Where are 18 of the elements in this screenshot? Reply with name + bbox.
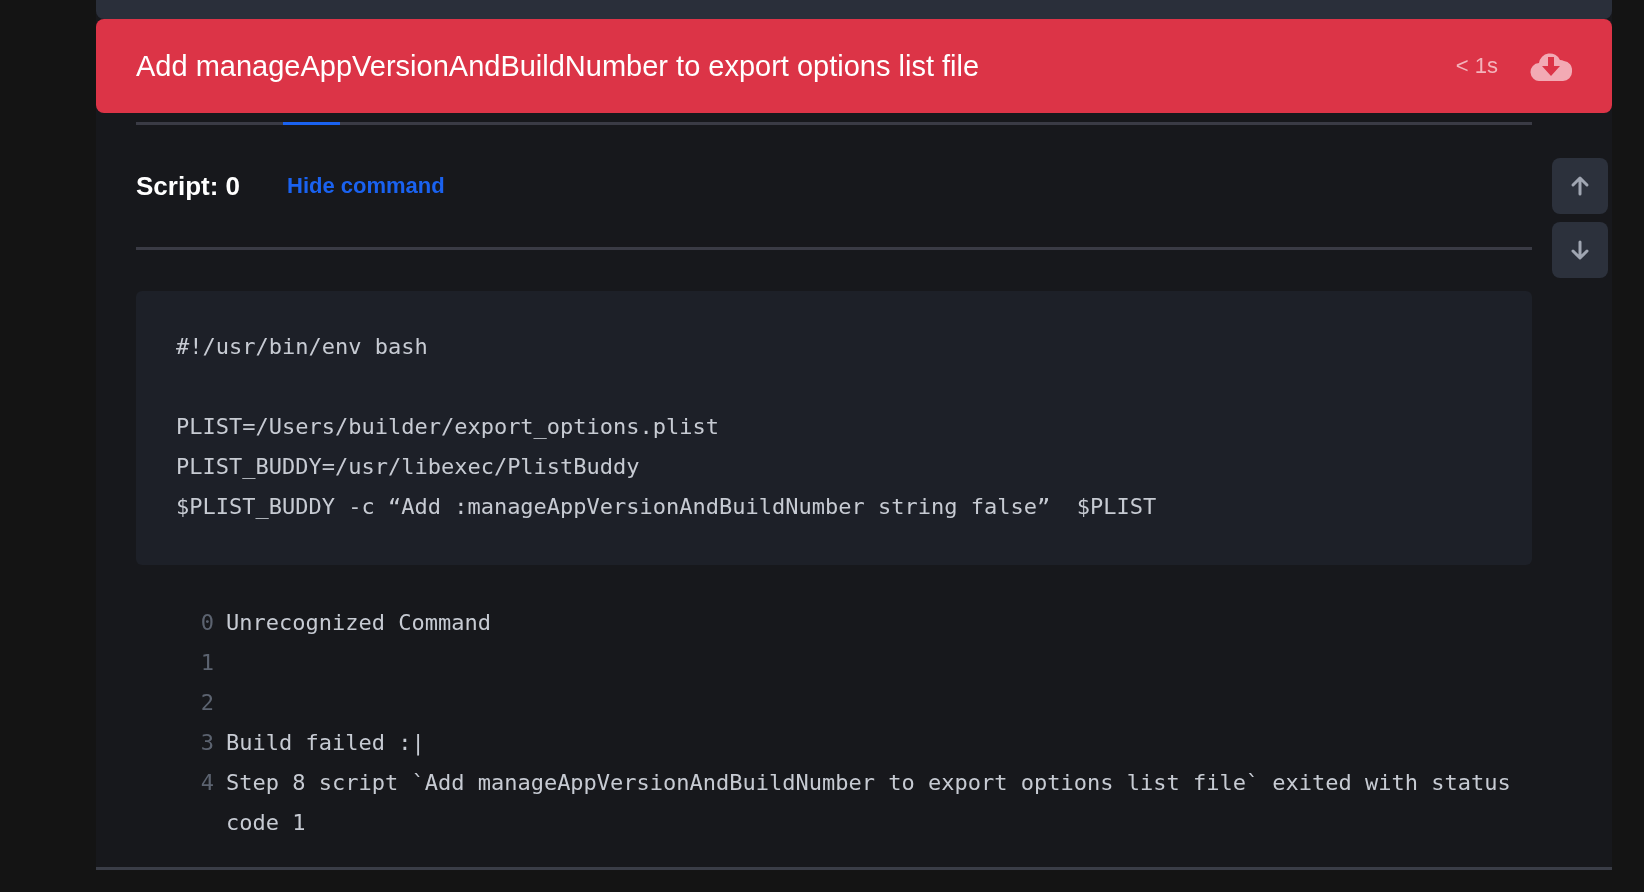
up-arrow-icon: [1569, 175, 1591, 197]
line-number: 1: [199, 649, 214, 677]
line-number: 3: [199, 729, 214, 757]
command-block: #!/usr/bin/env bash PLIST=/Users/builder/export_options.plist PLIST_BUDDY=/usr/libexec/PlistBuddy $PLIST_BUDDY -c “Add :manageAppVersionAndBuildNumber string false” $PLIST: [136, 291, 1532, 565]
down-arrow-icon: [1569, 239, 1591, 261]
script-label: Script: 0: [136, 170, 241, 202]
line-number: 4: [199, 769, 214, 797]
hide-command-link[interactable]: Hide command: [287, 173, 445, 199]
log-line: Build failed :|: [226, 729, 425, 758]
tab-indicator: [283, 122, 340, 125]
scroll-up-button[interactable]: [1552, 158, 1608, 214]
log-line: Unrecognized Command: [226, 609, 491, 637]
log-line: Step 8 script `Add manageAppVersionAndBuildNumber to export options list file` exited with status code 1: [226, 769, 1512, 837]
step-title: Add manageAppVersionAndBuildNumber to export options list file: [136, 49, 981, 83]
duration: < 1s: [1455, 53, 1498, 79]
scroll-down-button[interactable]: [1552, 222, 1608, 278]
line-number: 2: [199, 689, 214, 717]
line-number: 0: [199, 609, 214, 637]
